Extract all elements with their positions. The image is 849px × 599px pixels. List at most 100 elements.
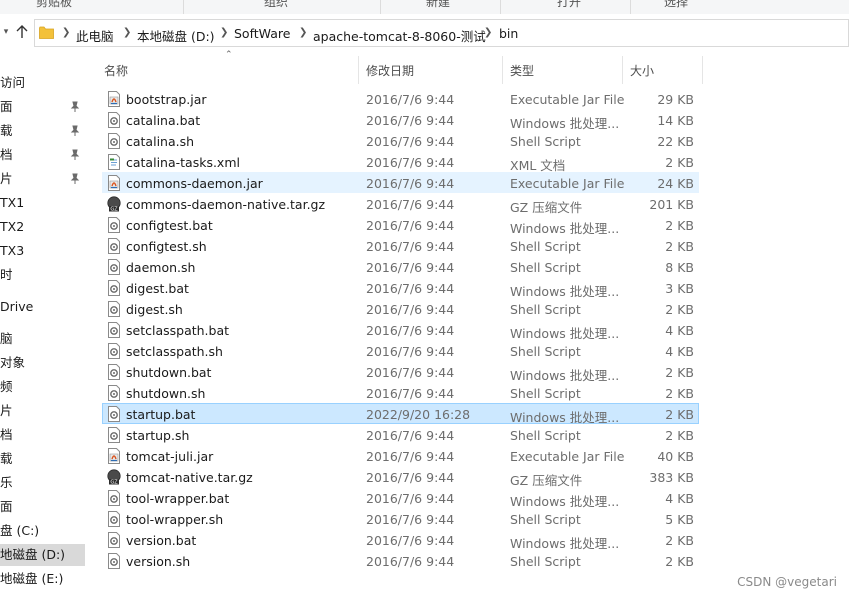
nav-item-drive-d[interactable]: 地磁盘 (D:) [0, 544, 85, 566]
pin-icon[interactable] [69, 173, 81, 185]
file-size: 383 KB [649, 470, 694, 485]
file-row[interactable]: startup.bat 2022/9/20 16:28 Windows 批处理...… [102, 403, 699, 425]
file-row[interactable]: bootstrap.jar 2016/7/6 9:44 Executable Jar… [102, 88, 699, 109]
nav-item-3d-objects[interactable]: 对象 [0, 352, 85, 374]
pin-icon[interactable] [69, 149, 81, 161]
column-resize-handle[interactable] [358, 56, 359, 84]
file-row[interactable]: startup.sh 2016/7/6 9:44 Shell Script 2 KB [102, 424, 699, 445]
breadcrumb-software[interactable]: SoftWare [234, 26, 290, 41]
nav-item-pictures[interactable]: 片 [0, 168, 85, 190]
nav-item-time[interactable]: 时 [0, 264, 85, 286]
breadcrumb-separator[interactable]: ❯ [123, 27, 131, 38]
file-row[interactable]: catalina-tasks.xml 2016/7/6 9:44 XML 文档 2 K… [102, 151, 699, 173]
file-row[interactable]: shutdown.sh 2016/7/6 9:44 Shell Script 2 KB [102, 382, 699, 403]
file-row[interactable]: configtest.bat 2016/7/6 9:44 Windows 批处理..… [102, 214, 699, 236]
nav-quick-access[interactable]: 访问 [0, 72, 85, 94]
file-row[interactable]: setclasspath.sh 2016/7/6 9:44 Shell Script… [102, 340, 699, 361]
jar-file-icon [108, 448, 120, 464]
nav-item-downloads-pc[interactable]: 载 [0, 448, 85, 470]
recent-locations-button[interactable]: ▾ [0, 22, 12, 42]
jar-file-icon [108, 91, 120, 107]
nav-item-label: 档 [0, 147, 13, 162]
nav-item-documents[interactable]: 档 [0, 144, 85, 166]
file-date: 2016/7/6 9:44 [366, 386, 455, 401]
file-row[interactable]: catalina.bat 2016/7/6 9:44 Windows 批处理... 1… [102, 109, 699, 131]
breadcrumb-separator[interactable]: ❯ [484, 27, 492, 38]
nav-item-onedrive[interactable]: Drive [0, 296, 85, 318]
watermark: CSDN @vegetari [737, 575, 837, 589]
nav-item-downloads[interactable]: 载 [0, 120, 85, 142]
nav-item-desktop[interactable]: 面 [0, 96, 85, 118]
ribbon-group-select[interactable]: 选择 [664, 0, 688, 10]
file-size: 22 KB [657, 134, 694, 149]
breadcrumb-bin[interactable]: bin [499, 26, 518, 41]
ribbon-group-new[interactable]: 新建 [426, 0, 450, 10]
up-button[interactable] [12, 22, 32, 42]
nav-item-desktop-pc[interactable]: 面 [0, 496, 85, 518]
file-row[interactable]: digest.bat 2016/7/6 9:44 Windows 批处理... 3 K… [102, 277, 699, 299]
file-row[interactable]: commons-daemon.jar 2016/7/6 9:44 Executabl… [102, 172, 699, 193]
file-row[interactable]: shutdown.bat 2016/7/6 9:44 Windows 批处理... 2… [102, 361, 699, 383]
nav-item-label: 频 [0, 379, 13, 394]
file-row[interactable]: catalina.sh 2016/7/6 9:44 Shell Script 22 K… [102, 130, 699, 151]
file-row[interactable]: tool-wrapper.bat 2016/7/6 9:44 Windows 批处理… [102, 487, 699, 509]
nav-item-drive-c[interactable]: 盘 (C:) [0, 520, 85, 542]
nav-item-label: TX3 [0, 243, 25, 258]
file-type: Shell Script [510, 134, 581, 149]
nav-item-tx1[interactable]: TX1 [0, 192, 85, 214]
file-date: 2016/7/6 9:44 [366, 239, 455, 254]
column-resize-handle[interactable] [702, 56, 703, 84]
column-resize-handle[interactable] [502, 56, 503, 84]
file-name: catalina.sh [126, 134, 195, 149]
file-row[interactable]: configtest.sh 2016/7/6 9:44 Shell Script 2 … [102, 235, 699, 256]
ribbon-divider [630, 0, 631, 14]
nav-item-drive-e[interactable]: 地磁盘 (E:) [0, 568, 85, 590]
column-header-name[interactable]: 名称 [104, 62, 128, 79]
file-row[interactable]: digest.sh 2016/7/6 9:44 Shell Script 2 KB [102, 298, 699, 319]
file-row[interactable]: tomcat-juli.jar 2016/7/6 9:44 Executable J… [102, 445, 699, 466]
file-date: 2016/7/6 9:44 [366, 218, 455, 233]
file-row[interactable]: version.bat 2016/7/6 9:44 Windows 批处理... 2 … [102, 529, 699, 551]
file-name: catalina-tasks.xml [126, 155, 240, 170]
file-date: 2016/7/6 9:44 [366, 344, 455, 359]
file-row[interactable]: tool-wrapper.sh 2016/7/6 9:44 Shell Script… [102, 508, 699, 529]
file-row[interactable]: GZ tomcat-native.tar.gz 2016/7/6 9:44 GZ 压缩… [102, 466, 699, 488]
nav-item-videos[interactable]: 频 [0, 376, 85, 398]
nav-item-label: 访问 [0, 75, 26, 90]
breadcrumb-tomcat-folder[interactable]: apache-tomcat-8-8060-测试 [313, 26, 486, 45]
nav-item-tx2[interactable]: TX2 [0, 216, 85, 238]
nav-item-pictures-pc[interactable]: 片 [0, 400, 85, 422]
pin-icon[interactable] [69, 125, 81, 137]
nav-item-documents-pc[interactable]: 档 [0, 424, 85, 446]
breadcrumb-separator[interactable]: ❯ [299, 27, 307, 38]
column-header-type[interactable]: 类型 [510, 62, 534, 79]
breadcrumb-separator[interactable]: ❯ [62, 27, 70, 38]
script-file-icon [108, 238, 120, 254]
nav-item-label: Drive [0, 299, 34, 314]
ribbon-group-organize[interactable]: 组织 [264, 0, 288, 10]
file-row[interactable]: daemon.sh 2016/7/6 9:44 Shell Script 8 KB [102, 256, 699, 277]
breadcrumb-this-pc[interactable]: 此电脑 [76, 26, 114, 45]
file-size: 2 KB [665, 533, 694, 548]
file-name: setclasspath.bat [126, 323, 230, 338]
nav-item-label: 地磁盘 (D:) [0, 547, 66, 562]
column-header-date[interactable]: 修改日期 [366, 62, 414, 79]
breadcrumb-separator[interactable]: ❯ [220, 27, 228, 38]
file-date: 2016/7/6 9:44 [366, 134, 455, 149]
nav-item-this-pc[interactable]: 脑 [0, 328, 85, 350]
file-row[interactable]: setclasspath.bat 2016/7/6 9:44 Windows 批处理… [102, 319, 699, 341]
file-type: Shell Script [510, 239, 581, 254]
pin-icon[interactable] [69, 101, 81, 113]
address-bar[interactable]: ❯ 此电脑 ❯ 本地磁盘 (D:) ❯ SoftWare ❯ apache-to… [34, 19, 849, 47]
breadcrumb-drive-d[interactable]: 本地磁盘 (D:) [137, 26, 215, 45]
ribbon-group-open[interactable]: 打开 [557, 0, 581, 10]
file-name: commons-daemon-native.tar.gz [126, 197, 326, 212]
nav-item-tx3[interactable]: TX3 [0, 240, 85, 262]
file-row[interactable]: GZ commons-daemon-native.tar.gz 2016/7/6 9… [102, 193, 699, 215]
ribbon-group-clipboard[interactable]: 剪贴板 [36, 0, 72, 10]
column-header-size[interactable]: 大小 [630, 62, 654, 79]
file-row[interactable]: version.sh 2016/7/6 9:44 Shell Script 2 KB [102, 550, 699, 571]
file-date: 2016/7/6 9:44 [366, 491, 455, 506]
column-resize-handle[interactable] [622, 56, 623, 84]
nav-item-music[interactable]: 乐 [0, 472, 85, 494]
